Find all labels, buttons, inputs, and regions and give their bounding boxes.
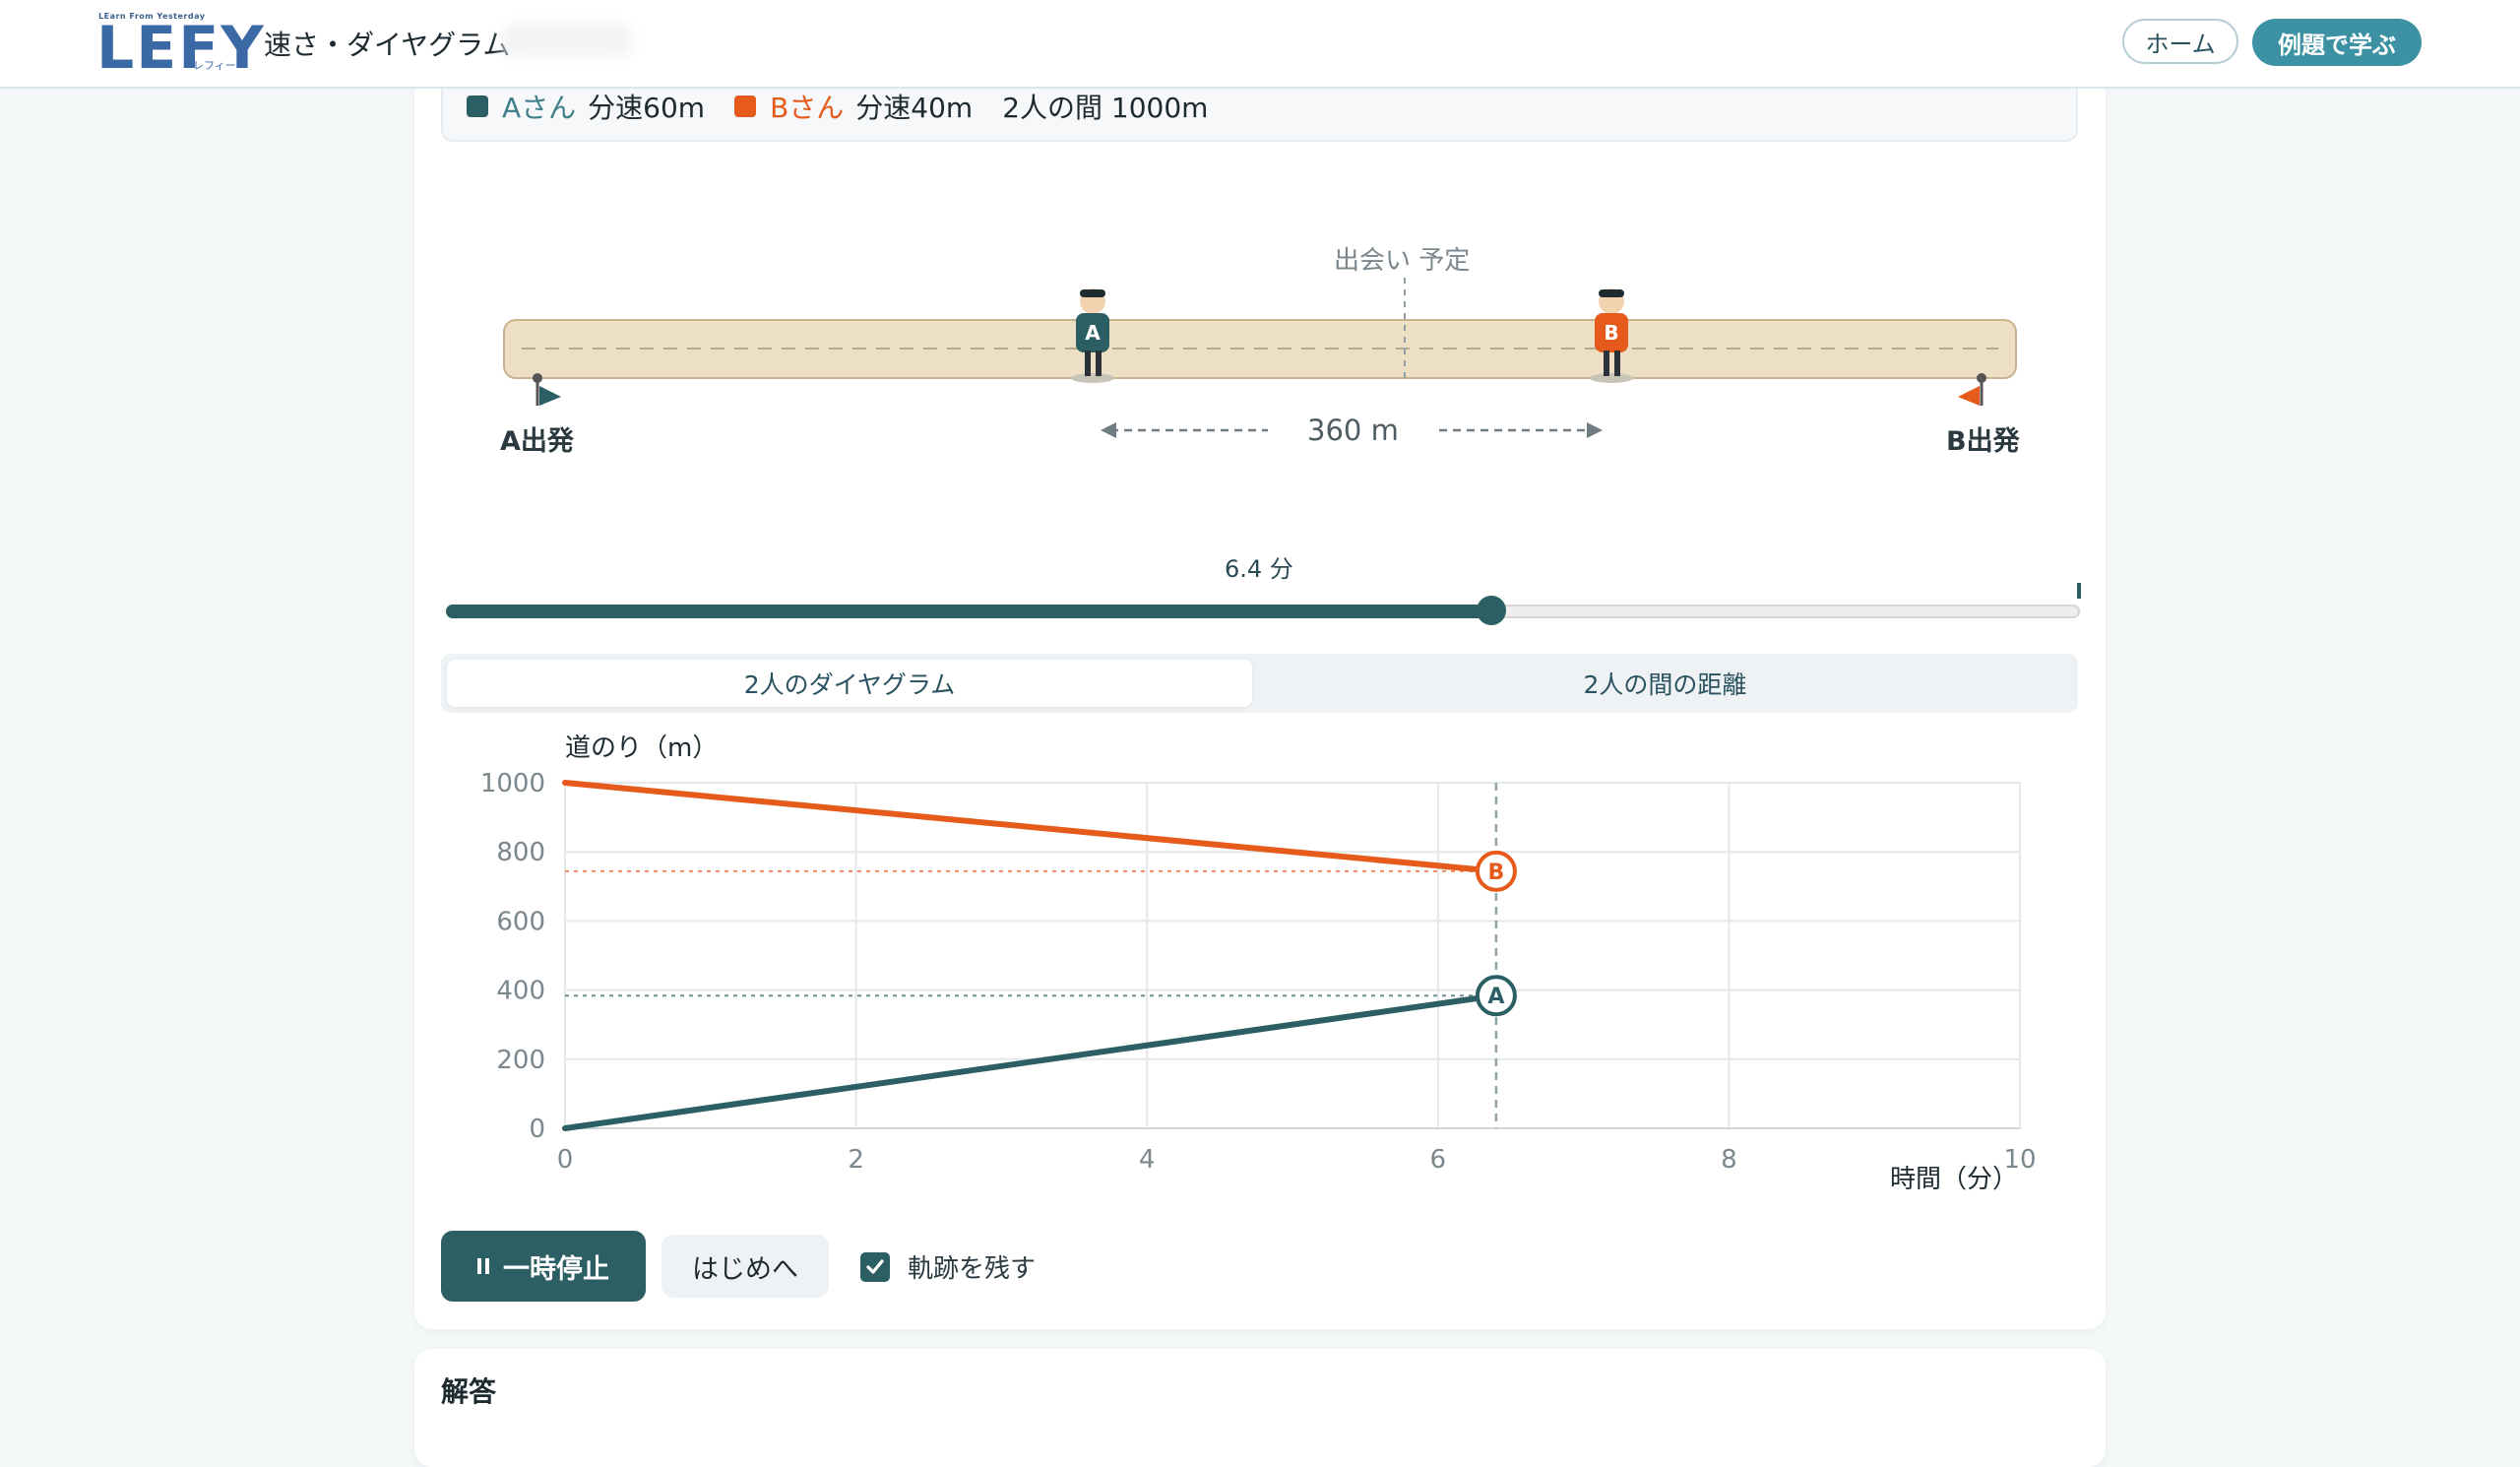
- pause-icon: [477, 1258, 489, 1274]
- app-title: 速さ・ダイヤグラム: [264, 29, 511, 61]
- learn-examples-button[interactable]: 例題で学ぶ: [2252, 19, 2422, 66]
- trail-toggle[interactable]: 軌跡を残す: [860, 1248, 1036, 1285]
- reset-button[interactable]: はじめへ: [662, 1235, 829, 1298]
- y-tick-label: 1000: [480, 769, 545, 798]
- series-a-marker-label: A: [1487, 985, 1504, 1009]
- plot-frame: [564, 782, 2021, 1129]
- logo-kana: レフィー: [193, 59, 236, 72]
- y-tick-label: 0: [529, 1115, 545, 1144]
- series-b-marker-label: B: [1488, 861, 1505, 885]
- y-tick-label: 200: [496, 1046, 545, 1075]
- x-tick-label: 6: [1430, 1145, 1447, 1175]
- series-b-line: [562, 780, 1499, 874]
- x-tick-label: 0: [557, 1145, 574, 1175]
- lefy-logo[interactable]: LEarn From Yesterday LEFY レフィー: [96, 12, 264, 79]
- blurred-header-element: [502, 24, 632, 57]
- pause-label: 一時停止: [503, 1253, 609, 1285]
- x-tick-label: 4: [1139, 1145, 1156, 1175]
- diagram-chart: 020040060080010000 2 4 6 8 10 AB 道のり（m） 時間（分）: [480, 734, 2037, 1194]
- chart-series: AB: [562, 780, 1517, 1131]
- logo-word: LEFY: [96, 14, 266, 83]
- y-tick-label: 600: [496, 907, 545, 936]
- series-a-line: [562, 992, 1499, 1131]
- trail-checkbox[interactable]: [860, 1251, 890, 1282]
- chart-grid: [564, 782, 2021, 1129]
- y-tick-label: 400: [496, 977, 545, 1006]
- answer-title: 解答: [441, 1375, 497, 1408]
- chart-axes: 020040060080010000 2 4 6 8 10: [480, 769, 2037, 1175]
- pause-button[interactable]: 一時停止: [441, 1231, 646, 1302]
- y-tick-label: 800: [496, 838, 545, 867]
- x-axis-label: 時間（分）: [1890, 1165, 2018, 1194]
- x-tick-label: 2: [848, 1145, 864, 1175]
- answer-card: [414, 1349, 2106, 1467]
- check-icon: [866, 1258, 884, 1274]
- y-axis-label: 道のり（m）: [565, 734, 718, 763]
- x-tick-label: 8: [1721, 1145, 1737, 1175]
- trail-label: 軌跡を残す: [908, 1254, 1037, 1284]
- top-bar: LEarn From Yesterday LEFY レフィー 速さ・ダイヤグラム…: [0, 0, 2520, 89]
- home-button[interactable]: ホーム: [2122, 19, 2238, 64]
